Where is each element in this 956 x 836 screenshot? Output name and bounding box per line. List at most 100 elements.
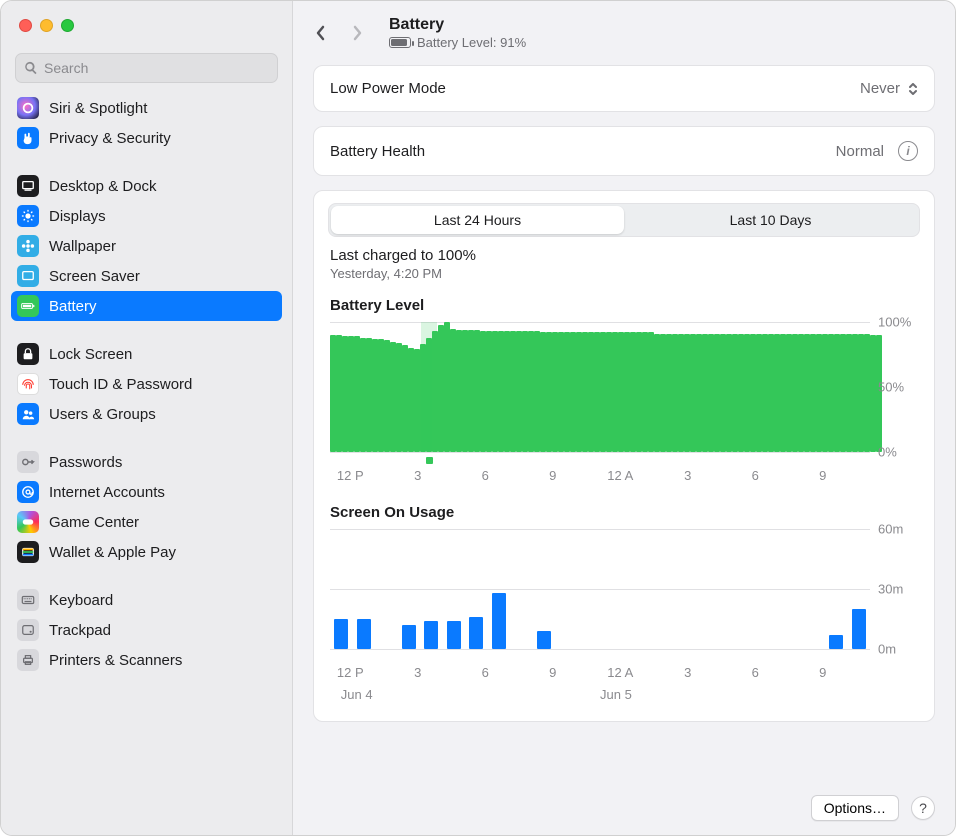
sidebar-item-label: Wallet & Apple Pay	[49, 544, 176, 561]
y-tick: 100%	[878, 315, 911, 330]
battery-icon	[17, 295, 39, 317]
sidebar-item-screen-saver[interactable]: Screen Saver	[11, 261, 282, 291]
footer: Options… ?	[293, 785, 955, 835]
page-title: Battery	[389, 16, 526, 34]
sidebar-item-label: Keyboard	[49, 592, 113, 609]
x-tick: 6	[752, 468, 759, 483]
battery-health-card: Battery Health Normal i	[313, 126, 935, 176]
page-subtitle: Battery Level: 91%	[389, 35, 526, 50]
nav-forward-button[interactable]	[343, 19, 371, 47]
chart-title-screen-on: Screen On Usage	[330, 504, 918, 521]
bar	[424, 621, 438, 649]
battery-level-chart: 100% 50% 0%	[330, 322, 918, 462]
x-tick: 9	[549, 468, 556, 483]
printer-icon	[17, 649, 39, 671]
help-button[interactable]: ?	[911, 796, 935, 820]
low-power-mode-value: Never	[860, 80, 900, 97]
sidebar-item-label: Displays	[49, 208, 106, 225]
sidebar-item-label: Users & Groups	[49, 406, 156, 423]
x-axis: 12 P36912 A369	[330, 665, 870, 685]
screen-on-usage-chart: 60m 30m 0m	[330, 529, 918, 659]
close-window-button[interactable]	[19, 19, 32, 32]
options-button[interactable]: Options…	[811, 795, 899, 821]
low-power-mode-card: Low Power Mode Never	[313, 65, 935, 112]
sun-icon	[17, 205, 39, 227]
sidebar-item-wallpaper[interactable]: Wallpaper	[11, 231, 282, 261]
keyboard-icon	[17, 589, 39, 611]
key-icon	[17, 451, 39, 473]
at-icon	[17, 481, 39, 503]
sidebar: Siri & Spotlight Privacy & Security Deskto…	[1, 1, 293, 835]
sidebar-item-displays[interactable]: Displays	[11, 201, 282, 231]
main-pane: Battery Battery Level: 91% Low Power Mod…	[293, 1, 955, 835]
wallet-icon	[17, 541, 39, 563]
screen-icon	[17, 265, 39, 287]
nav-back-button[interactable]	[307, 19, 335, 47]
sidebar-item-label: Privacy & Security	[49, 130, 171, 147]
sidebar-item-wallet[interactable]: Wallet & Apple Pay	[11, 537, 282, 567]
info-icon[interactable]: i	[898, 141, 918, 161]
last-charged-label: Last charged to 100%	[330, 247, 918, 264]
sidebar-item-battery[interactable]: Battery	[11, 291, 282, 321]
sidebar-item-label: Printers & Scanners	[49, 652, 182, 669]
tab-last-10-days[interactable]: Last 10 Days	[624, 206, 917, 234]
y-tick: 0m	[878, 642, 896, 657]
sidebar-item-label: Screen Saver	[49, 268, 140, 285]
sidebar-item-passwords[interactable]: Passwords	[11, 447, 282, 477]
bar	[402, 625, 416, 649]
x-tick: 12 P	[337, 665, 364, 680]
zoom-window-button[interactable]	[61, 19, 74, 32]
sidebar-item-label: Battery	[49, 298, 97, 315]
x-date-axis: Jun 4Jun 5	[330, 687, 870, 705]
sidebar-item-siri-spotlight[interactable]: Siri & Spotlight	[11, 93, 282, 123]
x-axis: 12 P36912 A369	[330, 468, 870, 488]
sidebar-list: Siri & Spotlight Privacy & Security Deskto…	[11, 93, 282, 675]
x-tick: 6	[482, 468, 489, 483]
search-input[interactable]	[44, 60, 269, 76]
chart-title-battery-level: Battery Level	[330, 297, 918, 314]
usage-charts-card: Last 24 Hours Last 10 Days Last charged …	[313, 190, 935, 722]
x-tick: 12 P	[337, 468, 364, 483]
sidebar-item-internet-accounts[interactable]: Internet Accounts	[11, 477, 282, 507]
last-charged-when: Yesterday, 4:20 PM	[330, 266, 918, 281]
sidebar-item-keyboard[interactable]: Keyboard	[11, 585, 282, 615]
sidebar-item-desktop-dock[interactable]: Desktop & Dock	[11, 171, 282, 201]
dropdown-chevrons-icon	[908, 83, 918, 95]
users-icon	[17, 403, 39, 425]
sidebar-item-trackpad[interactable]: Trackpad	[11, 615, 282, 645]
battery-health-row: Battery Health Normal i	[314, 127, 934, 175]
sidebar-item-game-center[interactable]: Game Center	[11, 507, 282, 537]
bar	[492, 593, 506, 649]
search-field[interactable]	[15, 53, 278, 83]
sidebar-item-label: Touch ID & Password	[49, 376, 192, 393]
x-tick: 3	[684, 468, 691, 483]
tab-last-24-hours[interactable]: Last 24 Hours	[331, 206, 624, 234]
battery-icon	[389, 37, 411, 48]
gamepad-icon	[17, 511, 39, 533]
x-tick: 3	[414, 665, 421, 680]
low-power-mode-row[interactable]: Low Power Mode Never	[314, 66, 934, 111]
sidebar-item-touch-id[interactable]: Touch ID & Password	[11, 369, 282, 399]
sidebar-item-printers[interactable]: Printers & Scanners	[11, 645, 282, 675]
x-tick: 6	[482, 665, 489, 680]
hand-icon	[17, 127, 39, 149]
sidebar-item-privacy-security[interactable]: Privacy & Security	[11, 123, 282, 153]
sidebar-item-label: Passwords	[49, 454, 122, 471]
window-controls	[1, 1, 292, 49]
time-range-segmented: Last 24 Hours Last 10 Days	[328, 203, 920, 237]
sidebar-item-label: Wallpaper	[49, 238, 116, 255]
battery-health-value: Normal	[836, 143, 884, 160]
sidebar-item-lock-screen[interactable]: Lock Screen	[11, 339, 282, 369]
bar	[469, 617, 483, 649]
header: Battery Battery Level: 91%	[293, 1, 955, 65]
bar	[829, 635, 843, 649]
y-tick: 60m	[878, 522, 903, 537]
minimize-window-button[interactable]	[40, 19, 53, 32]
trackpad-icon	[17, 619, 39, 641]
x-date-label: Jun 5	[600, 687, 632, 702]
sidebar-item-users-groups[interactable]: Users & Groups	[11, 399, 282, 429]
bar	[537, 631, 551, 649]
x-tick: 9	[549, 665, 556, 680]
x-tick: 9	[819, 468, 826, 483]
x-tick: 12 A	[607, 468, 633, 483]
